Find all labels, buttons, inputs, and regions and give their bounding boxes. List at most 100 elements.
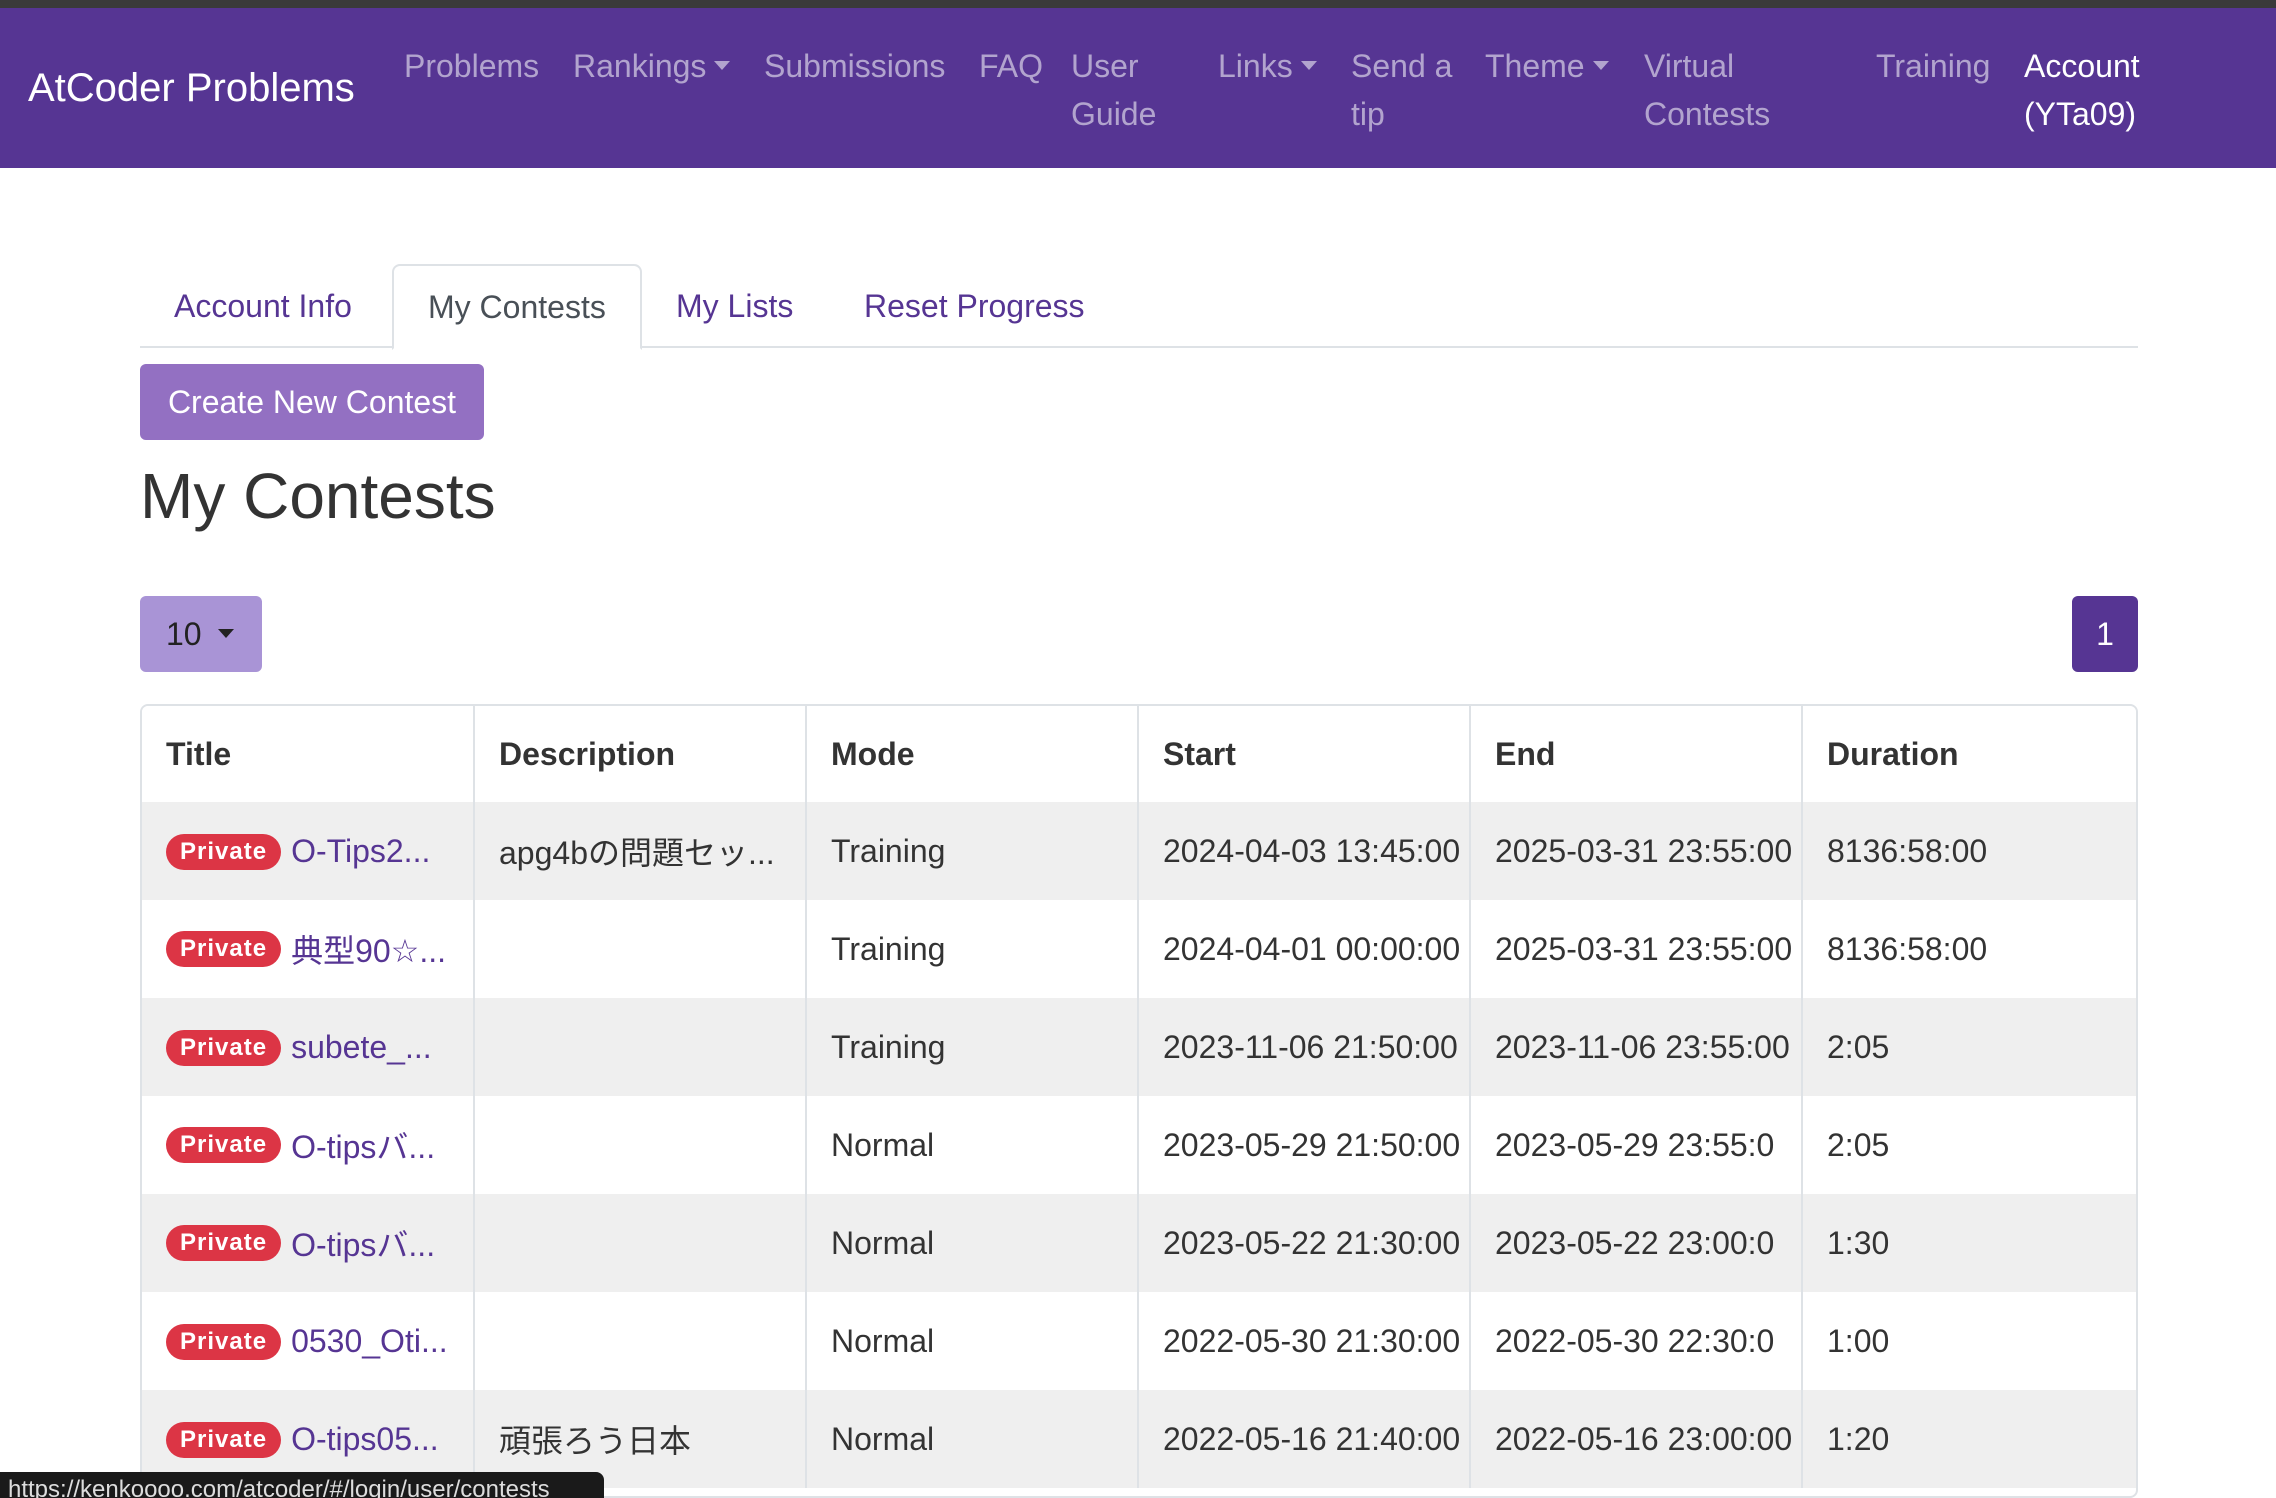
table-row: Private subete_... Training 2023-11-06 21… (142, 998, 2136, 1096)
cell-end: 2023-05-29 23:55:0 (1470, 1096, 1803, 1194)
nav-faq[interactable]: FAQ (979, 42, 1043, 90)
cell-title: Private O-tipsバ... (142, 1194, 475, 1292)
tab-account-info[interactable]: Account Info (140, 264, 386, 348)
page-title: My Contests (140, 460, 496, 532)
cell-description: apg4bの問題セッ... (474, 802, 807, 900)
nav-account-line1: Account (2024, 48, 2140, 84)
navbar: AtCoder Problems Problems Rankings Submi… (0, 8, 2276, 168)
nav-send-tip-line2: tip (1351, 96, 1385, 132)
nav-theme[interactable]: Theme (1485, 42, 1609, 90)
private-badge: Private (166, 834, 282, 871)
private-badge: Private (166, 1127, 282, 1163)
cell-end: 2023-11-06 23:55:00 (1470, 998, 1803, 1096)
cell-end: 2023-05-22 23:00:0 (1470, 1194, 1803, 1292)
brand-link[interactable]: AtCoder Problems (28, 66, 355, 111)
nav-user-guide-line2: Guide (1071, 96, 1157, 132)
cell-duration: 1:00 (1827, 1322, 1890, 1359)
private-badge: Private (166, 931, 282, 967)
cell-start: 2023-05-29 21:50:00 (1138, 1096, 1471, 1194)
nav-submissions[interactable]: Submissions (764, 42, 945, 90)
create-new-contest-button[interactable]: Create New Contest (140, 364, 484, 440)
link-status-bar: https://kenkoooo.com/atcoder/#/login/use… (0, 1472, 604, 1498)
contest-title-link[interactable]: O-tips05... (291, 1422, 439, 1458)
cell-title: Private subete_... (142, 998, 475, 1096)
cell-end: 2022-05-30 22:30:0 (1470, 1292, 1803, 1390)
table-row: Private O-tipsバ... Normal 2023-05-29 21:5… (142, 1096, 2136, 1194)
contests-table: Title Description Mode Start End Duratio… (140, 704, 2138, 1498)
cell-mode: Training (806, 802, 1139, 900)
cell-duration: 2:05 (1802, 998, 2136, 1096)
table-row: Private 0530_Oti... Normal 2022-05-30 21:… (142, 1292, 2136, 1390)
chevron-down-icon (1592, 61, 1609, 71)
nav-training[interactable]: Training (1876, 42, 1990, 90)
private-badge: Private (166, 1324, 282, 1361)
cell-start: 2024-04-01 00:00:00 (1138, 900, 1471, 998)
nav-problems[interactable]: Problems (404, 42, 539, 90)
private-badge: Private (166, 1030, 282, 1067)
cell-duration: 8136:58:00 (1802, 802, 2136, 900)
page-size-dropdown[interactable]: 10 (140, 596, 262, 672)
cell-title: Private O-tipsバ... (142, 1096, 475, 1194)
nav-links[interactable]: Links (1218, 42, 1317, 90)
chevron-down-icon (714, 61, 731, 71)
nav-virtual-contests[interactable]: Virtual Contests (1644, 42, 1770, 138)
nav-user-guide-line1: User (1071, 48, 1139, 84)
cell-title: Private 0530_Oti... (142, 1292, 475, 1390)
nav-account[interactable]: Account (YTa09) (2024, 42, 2140, 138)
contest-title-link[interactable]: O-Tips2... (291, 834, 430, 870)
nav-theme-label: Theme (1485, 48, 1585, 84)
cell-description (474, 1194, 807, 1292)
nav-rankings[interactable]: Rankings (573, 42, 731, 90)
cell-mode: Normal (806, 1390, 1139, 1488)
table-row: Private O-Tips2... apg4bの問題セッ... Training… (142, 802, 2136, 900)
table-header-row: Title Description Mode Start End Duratio… (142, 706, 2136, 802)
nav-virtual-contests-line1: Virtual (1644, 48, 1735, 84)
column-header-start[interactable]: Start (1138, 706, 1471, 802)
window-top-border (0, 0, 2276, 8)
cell-end: 2022-05-16 23:00:00 (1470, 1390, 1803, 1488)
cell-end: 2025-03-31 23:55:00 (1470, 900, 1803, 998)
cell-title: Private 典型90☆... (142, 900, 475, 998)
page-size-value: 10 (166, 616, 202, 652)
cell-mode: Training (806, 900, 1139, 998)
column-header-end[interactable]: End (1470, 706, 1803, 802)
tab-my-lists[interactable]: My Lists (642, 264, 827, 348)
table-row: Private 典型90☆... Training 2024-04-01 00:0… (142, 900, 2136, 998)
column-header-mode[interactable]: Mode (806, 706, 1139, 802)
contest-title-link[interactable]: subete_... (291, 1030, 432, 1066)
private-badge: Private (166, 1422, 282, 1459)
cell-mode: Normal (806, 1194, 1139, 1292)
nav-links-label: Links (1218, 48, 1293, 84)
tab-reset-progress[interactable]: Reset Progress (830, 264, 1119, 348)
tab-my-contests[interactable]: My Contests (392, 264, 642, 350)
nav-send-tip[interactable]: Send a tip (1351, 42, 1452, 138)
cell-title: Private O-Tips2... (142, 802, 475, 900)
pagination-page-1[interactable]: 1 (2072, 596, 2138, 672)
chevron-down-icon (217, 629, 234, 639)
nav-user-guide[interactable]: User Guide (1071, 42, 1156, 138)
cell-mode: Normal (806, 1096, 1139, 1194)
chevron-down-icon (1300, 61, 1317, 71)
column-header-title[interactable]: Title (142, 706, 475, 802)
cell-description (474, 900, 807, 998)
cell-mode: Training (806, 998, 1139, 1096)
contest-title-link[interactable]: O-tipsバ... (291, 1227, 435, 1263)
nav-rankings-label: Rankings (573, 48, 707, 84)
contest-title-link[interactable]: O-tipsバ... (291, 1129, 435, 1165)
cell-start: 2022-05-16 21:40:00 (1138, 1390, 1471, 1488)
cell-start: 2023-11-06 21:50:00 (1138, 998, 1471, 1096)
cell-description (474, 998, 807, 1096)
contest-title-link[interactable]: 0530_Oti... (291, 1324, 448, 1360)
cell-start: 2023-05-22 21:30:00 (1138, 1194, 1471, 1292)
column-header-duration[interactable]: Duration (1802, 706, 2136, 802)
column-header-description[interactable]: Description (474, 706, 807, 802)
cell-description (474, 1292, 807, 1390)
cell-duration: 8136:58:00 (1827, 930, 1988, 967)
account-tabs: Account Info My Contests My Lists Reset … (140, 264, 2138, 350)
cell-duration: 2:05 (1827, 1126, 1890, 1163)
cell-duration: 1:20 (1802, 1390, 2136, 1488)
cell-description (474, 1096, 807, 1194)
contest-title-link[interactable]: 典型90☆... (291, 933, 446, 969)
nav-account-line2: (YTa09) (2024, 96, 2137, 132)
nav-send-tip-line1: Send a (1351, 48, 1453, 84)
